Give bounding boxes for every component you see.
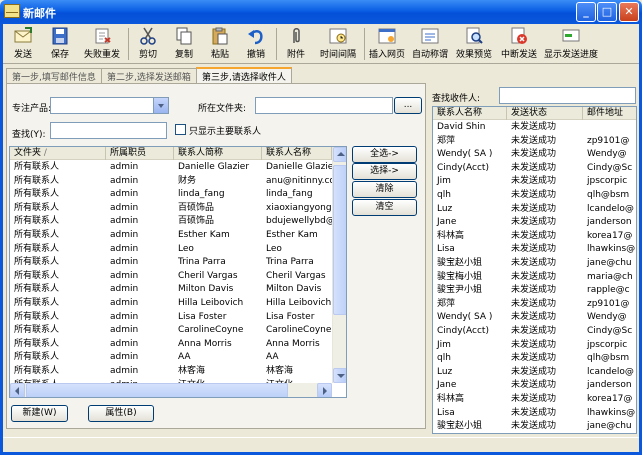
paste-icon xyxy=(212,27,228,45)
insert-webpage-icon xyxy=(378,28,396,44)
save-button[interactable]: 保存 xyxy=(43,24,77,64)
table-cell: jane@chu xyxy=(587,421,632,432)
status-bar xyxy=(3,437,639,452)
attachment-button[interactable]: 附件 xyxy=(279,24,313,64)
chevron-down-icon[interactable] xyxy=(153,98,168,113)
stop-send-button[interactable]: 中断发送 xyxy=(497,24,541,64)
scroll-left-arrow-icon[interactable] xyxy=(10,383,25,397)
table-cell: 骏宝赵小姐 xyxy=(437,421,483,432)
clear-button[interactable]: 清除 xyxy=(352,181,417,198)
auto-salutation-icon xyxy=(421,28,439,44)
time-interval-button[interactable]: 时间间隔 xyxy=(315,24,361,64)
contacts-horizontal-scrollbar[interactable] xyxy=(10,383,332,397)
undo-icon xyxy=(248,30,263,45)
contacts-list[interactable]: 文件夹 ∕ 所属职员 联系人简称 联系人名称 所有联系人 admin Daniell… xyxy=(9,146,347,398)
cut-button[interactable]: 剪切 xyxy=(131,24,165,64)
main-contacts-only-label: 只显示主要联系人 xyxy=(189,127,262,137)
auto-salutation-button[interactable]: 自动称谓 xyxy=(409,24,451,64)
empty-button[interactable]: 清空 xyxy=(352,199,417,216)
insert-webpage-button[interactable]: 插入网页 xyxy=(367,24,407,64)
new-contact-button[interactable]: 新建(W) xyxy=(11,405,68,422)
scissors-icon xyxy=(140,27,156,45)
column-header-contact-short[interactable]: 联系人简称 xyxy=(174,147,262,160)
column-header-folder[interactable]: 文件夹 ∕ xyxy=(10,147,106,160)
scroll-down-arrow-icon[interactable] xyxy=(333,368,346,383)
browse-folder-button[interactable]: ... xyxy=(394,97,422,114)
toolbar: 发送 保存 失败重发 剪切 复制 粘贴 撤销 附件 时间间隔 插入网页 自动称谓 xyxy=(3,24,639,64)
window-frame-left xyxy=(0,24,3,455)
title-bar[interactable]: 新邮件 _ □ ✕ xyxy=(0,0,642,24)
sort-ascending-icon: ∕ xyxy=(43,148,47,158)
minimize-button[interactable]: _ xyxy=(576,2,596,22)
paperclip-icon xyxy=(293,28,300,43)
column-header-contact-name[interactable]: 联系人名称 xyxy=(262,147,332,160)
step-tabs: 第一步,填写邮件信息 第二步,选择发送邮箱 第三步,请选择收件人 xyxy=(6,67,426,83)
close-button[interactable]: ✕ xyxy=(619,2,639,22)
copy-icon xyxy=(176,27,192,45)
contacts-vertical-scrollbar[interactable] xyxy=(332,147,346,383)
preview-icon xyxy=(466,27,483,44)
table-cell: 未发送成功 xyxy=(511,421,557,432)
search-label: 查找(Y): xyxy=(12,130,46,140)
copy-button[interactable]: 复制 xyxy=(167,24,201,64)
paste-button[interactable]: 粘贴 xyxy=(203,24,237,64)
undo-button[interactable]: 撤销 xyxy=(239,24,273,64)
contacts-list-header: 文件夹 ∕ 所属职员 联系人简称 联系人名称 xyxy=(10,147,332,160)
scroll-right-arrow-icon[interactable] xyxy=(317,383,332,397)
scroll-up-arrow-icon[interactable] xyxy=(333,147,346,162)
resend-failed-icon xyxy=(95,28,111,44)
maximize-button[interactable]: □ xyxy=(597,2,617,22)
folder-field[interactable] xyxy=(255,97,393,114)
recipients-list-header: 联系人名称 发送状态 邮件地址 xyxy=(433,107,636,120)
tab-step-1[interactable]: 第一步,填写邮件信息 xyxy=(6,68,102,83)
recipients-list[interactable]: 联系人名称 发送状态 邮件地址 David Shin 未发送成功 郑萍 未发送成功 zp… xyxy=(432,106,637,434)
select-all-button[interactable]: 全选-> xyxy=(352,146,417,163)
mail-app-icon xyxy=(4,4,20,18)
resend-failed-button[interactable]: 失败重发 xyxy=(79,24,125,64)
tab-step-3[interactable]: 第三步,请选择收件人 xyxy=(196,67,292,83)
contact-search-input[interactable] xyxy=(50,122,167,139)
stop-send-icon xyxy=(511,27,527,44)
column-header-staff[interactable]: 所属职员 xyxy=(106,147,174,160)
window-title: 新邮件 xyxy=(23,7,56,20)
properties-button[interactable]: 属性(B) xyxy=(88,405,154,422)
send-progress-button[interactable]: 显示发送进度 xyxy=(543,24,599,64)
select-button[interactable]: 选择-> xyxy=(352,163,417,180)
product-label: 专注产品: xyxy=(12,104,52,114)
table-row[interactable]: 骏宝赵小姐 未发送成功 jane@chu xyxy=(433,419,636,433)
main-contacts-only-checkbox[interactable] xyxy=(175,124,186,135)
timer-icon xyxy=(329,28,347,44)
contacts-scroll-thumb[interactable] xyxy=(333,165,346,315)
send-button[interactable]: 发送 xyxy=(5,24,41,64)
preview-button[interactable]: 效果预览 xyxy=(453,24,495,64)
send-icon xyxy=(14,27,32,43)
column-header-recipient-name[interactable]: 联系人名称 xyxy=(433,107,507,120)
tab-step-2[interactable]: 第二步,选择发送邮箱 xyxy=(101,68,197,83)
column-header-send-status[interactable]: 发送状态 xyxy=(507,107,583,120)
contacts-hscroll-thumb[interactable] xyxy=(26,383,288,397)
recipient-search-input[interactable] xyxy=(499,87,636,104)
product-combobox[interactable] xyxy=(50,97,169,114)
recipient-search-label: 查找收件人: xyxy=(432,94,481,104)
save-icon xyxy=(52,27,68,45)
column-header-email[interactable]: 邮件地址 xyxy=(583,107,636,120)
folder-label: 所在文件夹: xyxy=(198,104,247,114)
send-progress-icon xyxy=(562,29,580,42)
